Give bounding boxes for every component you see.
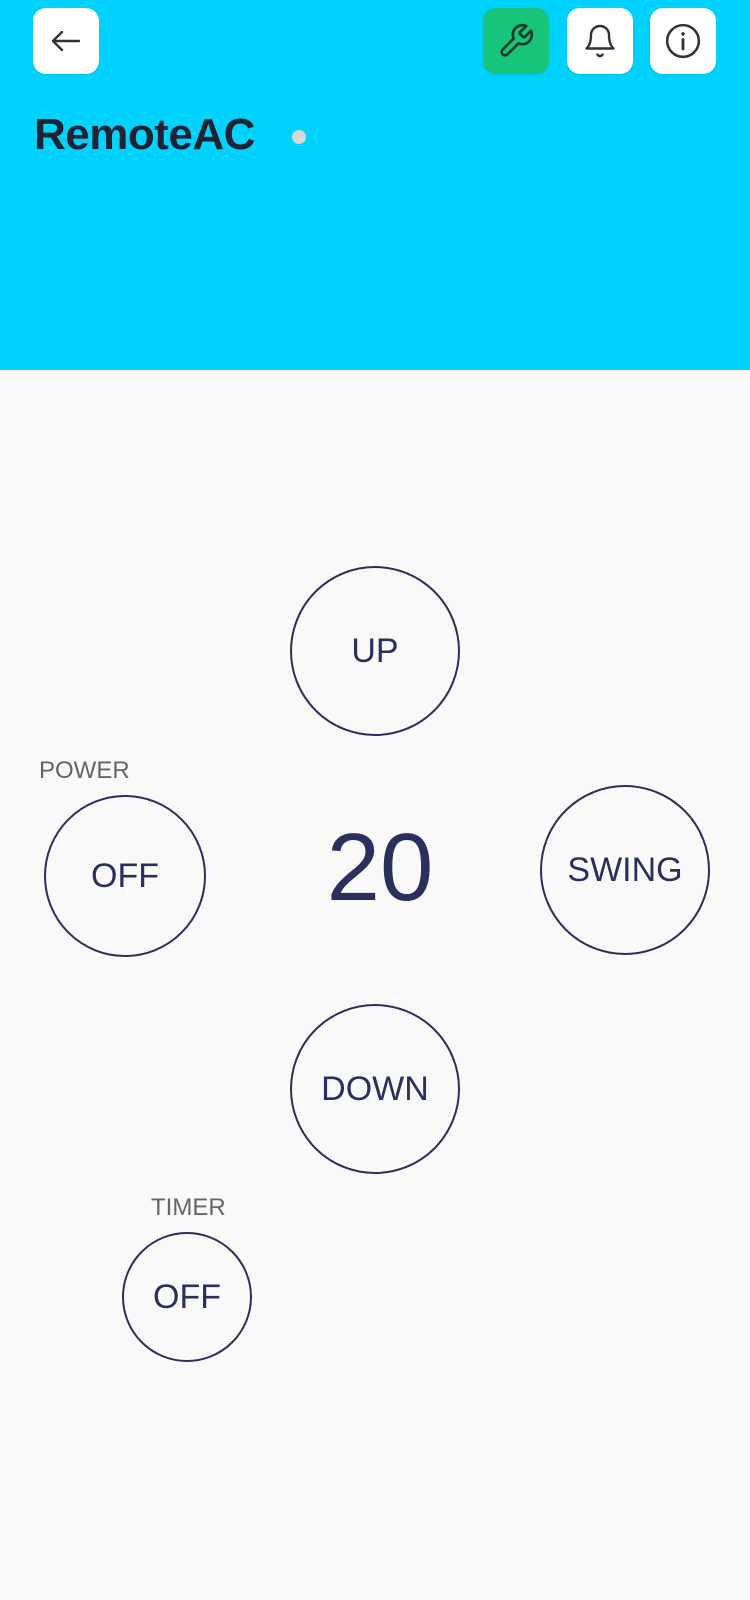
temperature-up-button[interactable]: UP [290, 566, 460, 736]
power-label: POWER [39, 757, 130, 784]
info-button[interactable] [650, 8, 716, 74]
temperature-display: 20 [326, 814, 434, 921]
timer-label: TIMER [151, 1194, 226, 1221]
info-icon [665, 23, 701, 59]
timer-toggle-button[interactable]: OFF [122, 1232, 252, 1362]
bell-icon [585, 24, 615, 58]
page-title: RemoteAC [34, 110, 255, 159]
power-toggle-button[interactable]: OFF [44, 795, 206, 957]
temperature-down-button[interactable]: DOWN [290, 1004, 460, 1174]
settings-button[interactable] [483, 8, 549, 74]
notifications-button[interactable] [567, 8, 633, 74]
wrench-icon [500, 23, 534, 57]
back-button[interactable] [33, 8, 99, 74]
swing-button[interactable]: SWING [540, 785, 710, 955]
connection-status-dot [292, 130, 306, 144]
app-header: RemoteAC [0, 0, 750, 370]
arrow-left-icon [51, 30, 81, 52]
